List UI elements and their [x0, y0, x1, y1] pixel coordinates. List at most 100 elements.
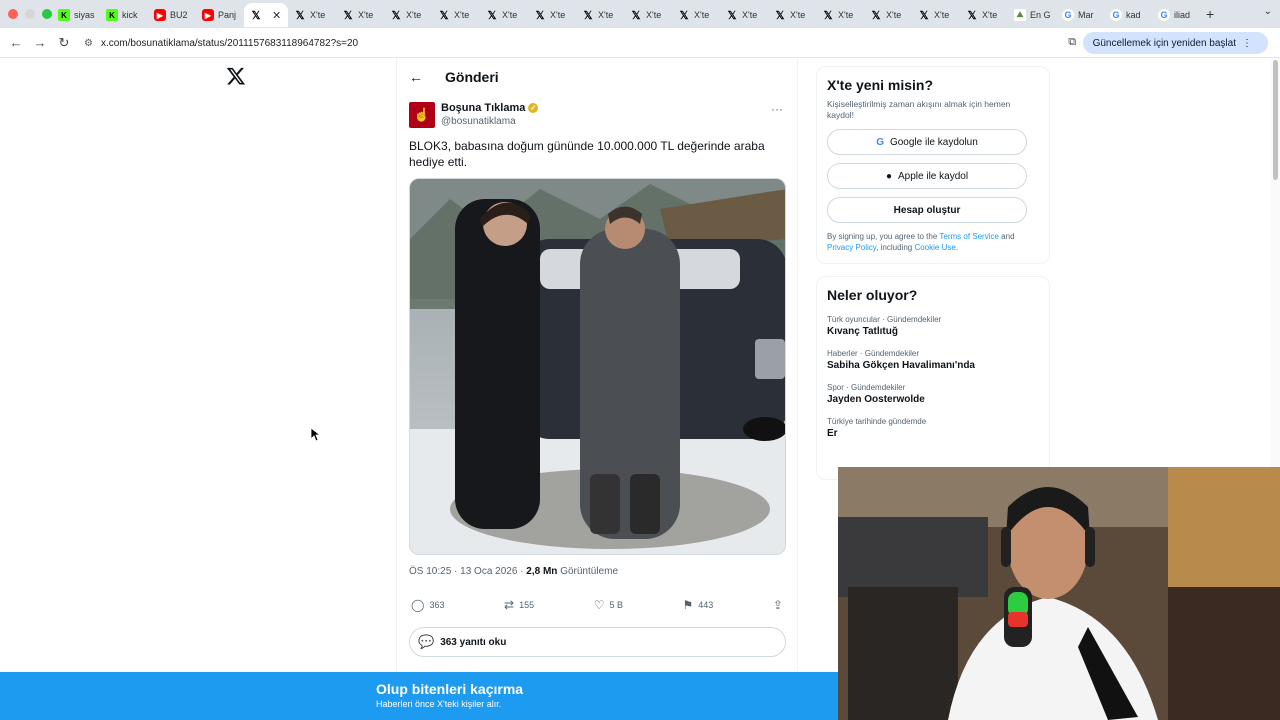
trend-context: Spor · Gündemdekiler: [827, 383, 906, 392]
tab-label: X'te: [742, 10, 758, 20]
x-icon: 𝕏: [967, 9, 977, 22]
read-replies-button[interactable]: 💬 363 yanıtı oku: [409, 627, 786, 657]
browser-tab[interactable]: ⛰ En G: [1008, 3, 1056, 27]
browser-tab[interactable]: 𝕏 X'te: [432, 3, 480, 27]
browser-tab[interactable]: ▶ BU2: [148, 3, 196, 27]
x-icon: 𝕏: [391, 9, 401, 22]
post-timestamp: ÖS 10:25 · 13 Oca 2026 · 2,8 Mn Görüntül…: [409, 566, 618, 577]
post-time[interactable]: ÖS 10:25 · 13 Oca 2026 ·: [409, 566, 526, 577]
x-icon: 𝕏: [775, 9, 785, 22]
browser-tab[interactable]: Ksiyas: [52, 3, 100, 27]
new-tab-button[interactable]: +: [1206, 6, 1214, 22]
trend-item[interactable]: Türkiye tarihinde gündemde Er: [827, 417, 1039, 439]
tab-search-icon[interactable]: ⌄: [1264, 6, 1272, 17]
close-tab-icon[interactable]: ✕: [272, 9, 281, 22]
back-button[interactable]: ←: [4, 35, 28, 50]
author-handle[interactable]: @bosunatiklama: [441, 116, 538, 127]
google-signup-button[interactable]: G Google ile kaydolun: [827, 129, 1027, 155]
tab-label: siyas: [74, 10, 95, 20]
browser-tab[interactable]: ▶ Panj: [196, 3, 244, 27]
signup-banner: Olup bitenleri kaçırma Haberleri önce X'…: [0, 672, 838, 720]
create-account-button[interactable]: Hesap oluştur: [827, 197, 1027, 223]
like-count: 5 B: [609, 600, 623, 610]
like-button[interactable]: ♡ 5 B: [594, 598, 623, 612]
browser-tab[interactable]: 𝕏 X'te: [912, 3, 960, 27]
trends-title: Neler oluyor?: [827, 287, 918, 303]
browser-tab[interactable]: 𝕏 X'te: [768, 3, 816, 27]
site-info-icon[interactable]: ⚙: [84, 38, 93, 49]
browser-tab[interactable]: 𝕏 ✕: [244, 3, 288, 27]
privacy-link[interactable]: Privacy Policy: [827, 243, 876, 252]
browser-tab[interactable]: 𝕏 X'te: [480, 3, 528, 27]
x-icon: 𝕏: [295, 9, 305, 22]
scrollbar-thumb[interactable]: [1272, 60, 1278, 180]
page-scrollbar[interactable]: [1270, 58, 1280, 467]
repost-button[interactable]: ⇄ 155: [504, 598, 534, 612]
views-label: Görüntüleme: [557, 566, 619, 577]
install-app-icon[interactable]: ⧉: [1068, 36, 1076, 49]
browser-tab[interactable]: Kkick: [100, 3, 148, 27]
signup-card: X'te yeni misin? Kişiselleştirilmiş zama…: [816, 66, 1050, 264]
post-author[interactable]: ☝ Boşuna Tıklama ✓ @bosunatiklama: [409, 102, 539, 128]
browser-tab[interactable]: 𝕏 X'te: [672, 3, 720, 27]
cookie-link[interactable]: Cookie Use: [914, 243, 955, 252]
terms-link[interactable]: Terms of Service: [939, 232, 999, 241]
post-photo[interactable]: [409, 178, 786, 555]
tab-label: X'te: [598, 10, 614, 20]
post-header: ← Gönderi: [397, 58, 797, 96]
apple-signup-label: Apple ile kaydol: [898, 170, 969, 182]
tab-label: X'te: [982, 10, 998, 20]
legal-including: , including: [876, 243, 915, 252]
author-avatar[interactable]: ☝: [409, 102, 435, 128]
browser-tab[interactable]: 𝕏 X'te: [624, 3, 672, 27]
trend-item[interactable]: Spor · Gündemdekiler Jayden Oosterwolde: [827, 383, 1039, 405]
update-label: Güncellemek için yeniden başlat: [1092, 37, 1236, 49]
update-button[interactable]: Güncellemek için yeniden başlat ⋮: [1082, 32, 1268, 54]
x-icon: 𝕏: [679, 9, 689, 22]
x-logo-icon[interactable]: [226, 66, 246, 86]
zoom-window-button[interactable]: [42, 9, 52, 19]
back-arrow-icon[interactable]: ←: [409, 69, 445, 85]
browser-tab[interactable]: G Mar: [1056, 3, 1104, 27]
share-button[interactable]: ⇪: [773, 598, 783, 612]
browser-tab[interactable]: 𝕏 X'te: [336, 3, 384, 27]
reply-count: 363: [429, 600, 445, 610]
post-column: ← Gönderi ☝ Boşuna Tıklama ✓ @bosunatikl…: [396, 58, 798, 672]
browser-tab[interactable]: 𝕏 X'te: [816, 3, 864, 27]
author-name[interactable]: Boşuna Tıklama: [441, 102, 525, 114]
apple-signup-button[interactable]: ● Apple ile kaydol: [827, 163, 1027, 189]
address-bar[interactable]: ⚙ x.com/bosunatiklama/status/20111576831…: [84, 32, 1084, 54]
google-icon: G: [1110, 9, 1122, 21]
browser-tab[interactable]: 𝕏 X'te: [864, 3, 912, 27]
bookmark-button[interactable]: ⚑ 443: [683, 598, 714, 612]
browser-tab[interactable]: 𝕏 X'te: [576, 3, 624, 27]
browser-tab[interactable]: 𝕏 X'te: [384, 3, 432, 27]
close-window-button[interactable]: [8, 9, 18, 19]
minimize-window-button[interactable]: [25, 9, 35, 19]
reply-button[interactable]: ◯ 363: [411, 598, 444, 612]
speech-bubble-icon: 💬: [418, 634, 435, 649]
tab-label: En G: [1030, 10, 1051, 20]
browser-tab[interactable]: 𝕏 X'te: [960, 3, 1008, 27]
browser-tab[interactable]: Gkad: [1104, 3, 1152, 27]
read-replies-label: 363 yanıtı oku: [440, 636, 507, 648]
browser-tab[interactable]: 𝕏 X'te: [528, 3, 576, 27]
post-text: BLOK3, babasına doğum gününde 10.000.000…: [409, 139, 765, 169]
browser-tab[interactable]: 𝕏 X'te: [720, 3, 768, 27]
tab-label: X'te: [646, 10, 662, 20]
webcam-image: [838, 467, 1280, 720]
trend-context: Türk oyuncular · Gündemdekiler: [827, 315, 942, 324]
google-icon: G: [1158, 9, 1170, 21]
tab-label: X'te: [454, 10, 470, 20]
mouse-cursor-icon: [311, 428, 321, 442]
trend-context: Haberler · Gündemdekiler: [827, 349, 920, 358]
trend-item[interactable]: Haberler · Gündemdekiler Sabiha Gökçen H…: [827, 349, 1039, 371]
browser-tab[interactable]: Giliad: [1152, 3, 1200, 27]
trend-item[interactable]: Türk oyuncular · Gündemdekiler Kıvanç Ta…: [827, 315, 1039, 337]
google-logo-icon: G: [876, 136, 884, 148]
more-options-icon[interactable]: ···: [771, 102, 783, 116]
forward-button[interactable]: →: [28, 35, 52, 50]
reload-button[interactable]: ↻: [52, 35, 76, 51]
repost-count: 155: [519, 600, 535, 610]
browser-tab[interactable]: 𝕏 X'te: [288, 3, 336, 27]
